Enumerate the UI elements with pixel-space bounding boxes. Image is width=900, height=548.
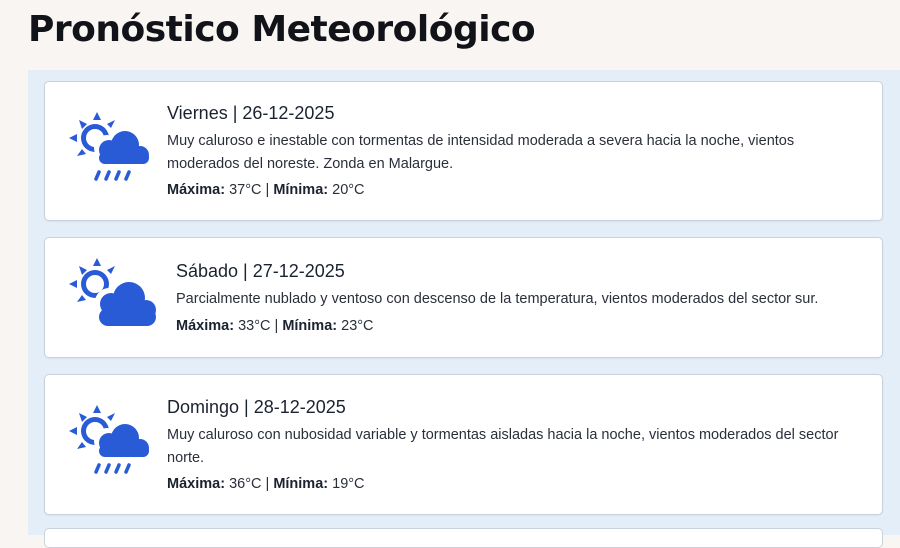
forecast-card-friday: Viernes | 26-12-2025 Muy caluroso e ines… [44,81,883,221]
forecast-description: Muy caluroso con nubosidad variable y to… [167,427,839,466]
max-label: Máxima: [176,317,235,334]
min-label: Mínima: [273,476,329,492]
min-value: 19°C [332,476,365,492]
forecast-day-title: Sábado | 27-12-2025 [176,261,345,281]
forecast-day-title: Viernes | 26-12-2025 [167,103,335,123]
sun-cloud-rain-icon [63,108,159,192]
forecast-description: Parcialmente nublado y ventoso con desce… [176,291,819,307]
forecast-description: Muy caluroso e inestable con tormentas d… [167,133,795,172]
forecast-content: Viernes | 26-12-2025 Muy caluroso e ines… [167,102,858,201]
max-value: 36°C [229,476,262,492]
forecast-card-saturday: Sábado | 27-12-2025 Parcialmente nublado… [44,237,883,358]
forecast-temperatures: Máxima: 36°C | Mínima: 19°C [167,473,858,495]
forecast-temperatures: Máxima: 33°C | Mínima: 23°C [176,315,858,337]
forecast-content: Domingo | 28-12-2025 Muy caluroso con nu… [167,396,858,495]
min-label: Mínima: [273,182,329,198]
forecast-panel: Viernes | 26-12-2025 Muy caluroso e ines… [28,70,900,548]
max-value: 37°C [229,182,262,198]
temp-separator: | [265,476,270,492]
sun-cloud-icon [63,256,159,340]
max-label: Máxima: [167,476,226,492]
temp-separator: | [265,182,270,198]
page-title: Pronóstico Meteorológico [28,9,536,50]
min-value: 23°C [341,317,374,334]
max-label: Máxima: [167,182,226,198]
max-value: 33°C [238,317,271,334]
min-value: 20°C [332,182,365,198]
forecast-day-title: Domingo | 28-12-2025 [167,397,346,417]
min-label: Mínima: [282,317,338,334]
sun-cloud-rain-icon [63,401,159,485]
forecast-card-next [44,528,883,548]
forecast-card-sunday: Domingo | 28-12-2025 Muy caluroso con nu… [44,374,883,515]
temp-separator: | [274,317,279,334]
forecast-temperatures: Máxima: 37°C | Mínima: 20°C [167,179,858,201]
forecast-content: Sábado | 27-12-2025 Parcialmente nublado… [176,260,858,337]
